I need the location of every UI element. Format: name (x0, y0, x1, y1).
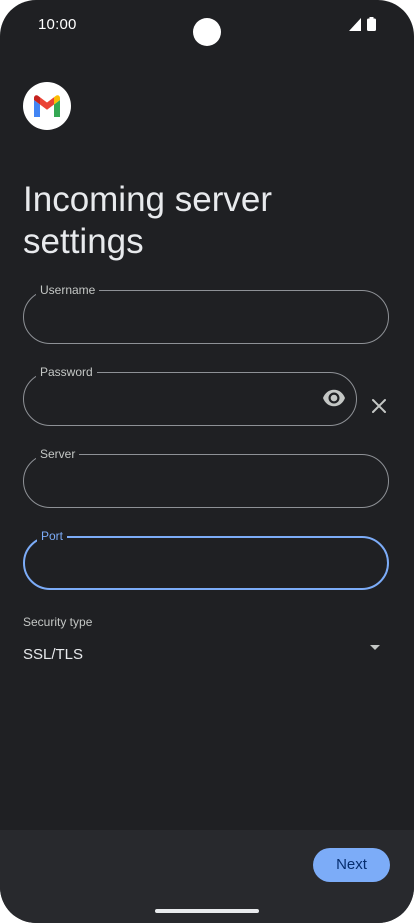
security-type-label: Security type (23, 615, 93, 629)
port-input[interactable] (43, 552, 327, 578)
gmail-icon (34, 95, 60, 117)
password-field[interactable]: Password (23, 364, 357, 426)
server-field[interactable]: Server (23, 446, 389, 508)
eye-icon[interactable] (323, 389, 345, 407)
next-button[interactable]: Next (313, 848, 390, 882)
dropdown-arrow-icon[interactable] (370, 645, 380, 650)
close-icon[interactable] (370, 397, 388, 415)
signal-icon (349, 18, 361, 31)
username-input[interactable] (42, 305, 326, 331)
status-bar: 10:00 (0, 0, 414, 50)
username-field[interactable]: Username (23, 282, 389, 344)
port-field[interactable]: Port (23, 528, 389, 590)
username-label: Username (36, 282, 100, 298)
camera-cutout (193, 18, 221, 46)
server-input[interactable] (42, 469, 326, 495)
home-indicator[interactable] (155, 909, 259, 913)
gmail-logo (23, 82, 71, 130)
page-title: Incoming server settings (23, 180, 272, 262)
status-time: 10:00 (38, 16, 77, 33)
password-input[interactable] (42, 387, 326, 413)
battery-icon (367, 17, 376, 31)
phone-screen: 10:00 Incoming server settings Username … (0, 0, 414, 923)
password-label: Password (36, 364, 97, 380)
port-label: Port (37, 528, 68, 544)
security-type-value: SSL/TLS (23, 646, 84, 663)
server-label: Server (36, 446, 80, 462)
